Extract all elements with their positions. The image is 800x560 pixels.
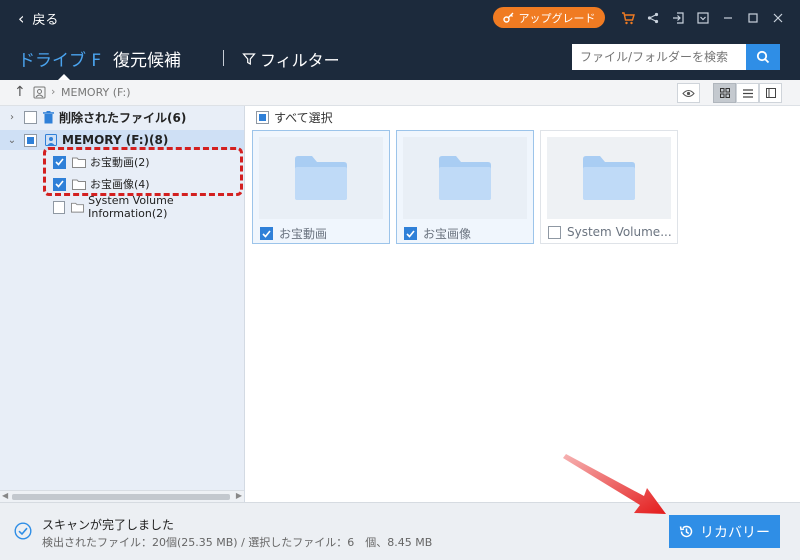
folder-icon (295, 156, 347, 200)
select-all-label: すべて選択 (274, 111, 333, 125)
detail-view-button[interactable] (759, 83, 782, 103)
scan-status-detail: 検出されたファイル：20個(25.35 MB) / 選択したファイル：6 個、8… (42, 536, 433, 549)
checkbox[interactable] (548, 225, 561, 239)
select-all-toggle[interactable]: すべて選択 (256, 109, 333, 126)
checkbox[interactable] (404, 227, 417, 240)
cart-icon[interactable] (615, 8, 640, 28)
filter-icon (242, 53, 256, 66)
drive-icon (45, 134, 57, 146)
close-icon[interactable] (765, 8, 790, 28)
nav-bar: ドライブ F 復元候補 フィルター (0, 36, 800, 80)
chevron-down-icon[interactable]: ⌄ (6, 135, 18, 146)
file-tile[interactable]: お宝動画 (252, 130, 390, 244)
scrollbar-thumb[interactable] (12, 494, 230, 500)
checkbox[interactable] (260, 227, 273, 240)
filter-label: フィルター (260, 51, 340, 70)
nav-divider (223, 50, 224, 66)
checkbox[interactable] (24, 110, 37, 124)
menu-icon[interactable] (690, 8, 715, 28)
back-label: 戻る (32, 13, 59, 28)
thumbnail (547, 137, 671, 219)
check-icon (262, 229, 271, 238)
upgrade-button[interactable]: アップグレード (493, 7, 605, 28)
status-bar: スキャンが完了しました 検出されたファイル：20個(25.35 MB) / 選択… (0, 502, 800, 560)
minimize-icon[interactable] (715, 8, 740, 28)
scan-status-title: スキャンが完了しました (42, 518, 175, 532)
eye-icon (682, 89, 695, 97)
file-name: System Volume... (567, 225, 672, 239)
breadcrumb-separator-icon: › (51, 85, 56, 98)
annotation-highlight-box (43, 147, 243, 196)
tab-recovery-candidates[interactable]: 復元候補 (113, 46, 181, 71)
horizontal-scrollbar[interactable]: ◀ ▶ (0, 490, 244, 502)
tree-item-label: MEMORY (F:)(8) (62, 133, 169, 147)
search-button[interactable] (746, 44, 780, 70)
folder-tree-panel: › 削除されたファイル(6) ⌄ MEMORY (F:)(8) お宝動画(2) … (0, 106, 245, 502)
list-icon (742, 88, 753, 98)
scroll-left-icon[interactable]: ◀ (2, 491, 8, 500)
drive-icon (33, 86, 46, 99)
checkbox[interactable] (24, 133, 37, 147)
search-input[interactable] (572, 44, 746, 70)
file-grid-panel: すべて選択 お宝動画 お宝画像 System Volume... (246, 106, 800, 502)
upgrade-label: アップグレード (518, 11, 596, 25)
check-circle-icon (14, 522, 32, 540)
thumbnail (403, 137, 527, 219)
up-arrow-icon[interactable]: ↑ (14, 84, 26, 100)
grid-view-button[interactable] (713, 83, 736, 103)
check-icon (406, 229, 415, 238)
key-icon (502, 12, 513, 23)
path-bar: ↑ › MEMORY (F:) (0, 80, 800, 106)
panel-icon (765, 88, 776, 98)
recover-button[interactable]: リカバリー (669, 515, 780, 548)
grid-icon (719, 88, 730, 98)
maximize-icon[interactable] (740, 8, 765, 28)
chevron-right-icon[interactable]: › (6, 112, 18, 123)
tree-item-deleted-files[interactable]: › 削除されたファイル(6) (6, 107, 244, 127)
tab-drive[interactable]: ドライブ F (18, 46, 101, 71)
checkbox[interactable] (53, 200, 66, 214)
tree-item-label: System Volume Information(2) (88, 194, 174, 220)
back-button[interactable]: ‹ 戻る (18, 9, 58, 28)
file-name: お宝動画 (279, 227, 328, 241)
list-view-button[interactable] (736, 83, 759, 103)
title-bar: ‹ 戻る アップグレード (0, 0, 800, 36)
scroll-right-icon[interactable]: ▶ (236, 491, 242, 500)
folder-icon (583, 156, 635, 200)
history-icon (679, 525, 693, 538)
trash-icon (43, 110, 54, 123)
file-tile[interactable]: System Volume... (540, 130, 678, 244)
select-all-checkbox[interactable] (256, 111, 269, 124)
thumbnail (259, 137, 383, 219)
tree-item-folder[interactable]: System Volume Information(2) (53, 194, 244, 220)
recover-label: リカバリー (700, 524, 770, 541)
filter-button[interactable]: フィルター (242, 47, 340, 71)
file-name: お宝画像 (423, 227, 472, 241)
annotation-arrow-icon (563, 454, 666, 514)
preview-toggle-button[interactable] (677, 83, 700, 103)
tree-item-label: 削除されたファイル(6) (59, 110, 187, 125)
login-icon[interactable] (665, 8, 690, 28)
search-icon (756, 50, 770, 64)
breadcrumb[interactable]: MEMORY (F:) (61, 86, 131, 99)
chevron-left-icon: ‹ (18, 8, 25, 28)
folder-icon (71, 202, 85, 213)
share-icon[interactable] (640, 8, 665, 28)
folder-icon (439, 156, 491, 200)
file-tile[interactable]: お宝画像 (396, 130, 534, 244)
